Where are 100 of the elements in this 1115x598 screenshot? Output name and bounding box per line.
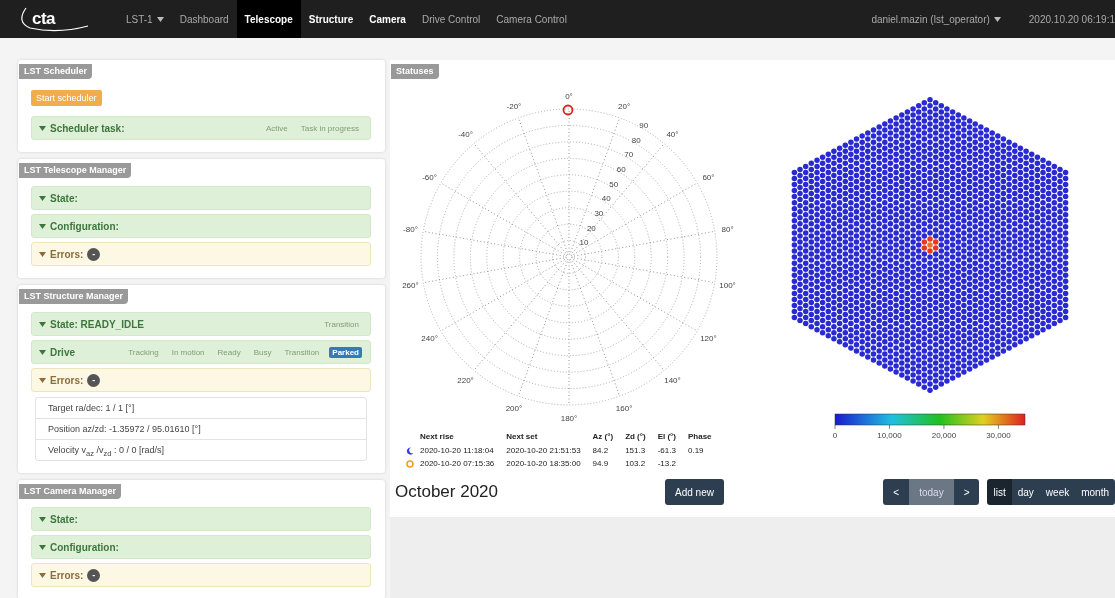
azimuth-label: -40° (458, 129, 473, 139)
calendar-nav-button[interactable]: > (953, 479, 980, 505)
azimuth-label: 140° (664, 376, 681, 386)
state-row[interactable]: Drive Tracking In motion Ready Busy Transition Parked (31, 340, 371, 364)
table-cell: 151.3 (625, 444, 658, 457)
azimuth-label: 180° (560, 414, 578, 423)
column-header: El (°) (657, 431, 688, 444)
errors-row[interactable]: Errors: - (31, 368, 371, 392)
state-row[interactable]: State: (31, 507, 371, 531)
errors-row[interactable]: Errors: - (31, 563, 371, 587)
caret-icon (39, 572, 46, 578)
caret-icon (39, 544, 46, 550)
zenith-label: 80 (631, 135, 641, 145)
table-cell: 2020-10-20 11:18:04 (420, 444, 507, 457)
zenith-label: 70 (624, 150, 634, 160)
status-label: Tracking (127, 346, 160, 358)
panel-tag: LST Scheduler (19, 64, 92, 79)
zenith-label: 10 (579, 238, 589, 248)
azimuth-label: -20° (506, 101, 522, 111)
detail-item: Velocity v$_{az}$ /v$_{zd}$ : 0 / 0 [rad/s] (36, 439, 366, 460)
colorbar-label: 0 (832, 431, 838, 440)
table-cell-text: -13.2 (657, 458, 677, 470)
zenith-label: 90 (639, 121, 649, 131)
caret-icon (39, 125, 46, 131)
zenith-label: 30 (594, 209, 604, 219)
status-label: Transition (323, 318, 360, 330)
status-badge: Parked (329, 346, 362, 358)
azimuth-label: 240° (421, 333, 438, 343)
status-label: Active (264, 122, 289, 134)
error-count-badge: - (87, 568, 101, 582)
view-tab[interactable]: week (1039, 479, 1076, 505)
caret-icon (39, 377, 46, 383)
azimuth-label: 220° (457, 376, 474, 386)
nav-tab[interactable]: Structure (300, 0, 362, 38)
nav-tab[interactable]: Dashboard (171, 0, 237, 38)
caret-icon (39, 349, 46, 355)
azimuth-label: 120° (700, 333, 717, 343)
column-header: Next set (506, 431, 593, 444)
azimuth-label: 0° (565, 92, 573, 101)
nav-tab[interactable]: Drive Control (413, 0, 489, 38)
table-cell: 2020-10-20 21:51:53 (506, 444, 593, 457)
status-label: Ready (216, 346, 242, 358)
position-marker (562, 104, 574, 116)
error-count-badge: - (87, 373, 101, 387)
caret-icon (39, 516, 46, 522)
status-label: Task in progress (299, 122, 360, 134)
state-row[interactable]: Scheduler task: Active Task in progress (31, 116, 371, 140)
zenith-label: 50 (609, 179, 619, 189)
azimuth-label: -60° (422, 172, 437, 182)
panel-tag: LST Structure Manager (19, 289, 129, 304)
zenith-label: 20 (586, 223, 596, 233)
colorbar-label: 20,000 (931, 431, 957, 440)
error-count-badge: - (87, 247, 101, 261)
table-cell-text: 0.19 (687, 445, 705, 457)
caret-icon (39, 321, 46, 327)
azimuth-label: 100° (719, 280, 736, 290)
errors-row[interactable]: Errors: - (31, 242, 371, 266)
detail-item: Target ra/dec: 1 / 1 [°] (47, 402, 136, 415)
calendar-nav-button[interactable]: < (883, 479, 910, 505)
nav-tab[interactable]: Camera (361, 0, 414, 38)
add-new-button[interactable]: Add new (665, 479, 724, 505)
status-label: In motion (170, 346, 206, 358)
caret-icon (39, 223, 46, 229)
azimuth-label: 20° (618, 101, 631, 111)
state-row[interactable]: Configuration: (31, 214, 371, 238)
date-time: 2020.10.20 06:19:1 (1027, 12, 1115, 27)
azimuth-label: 40° (666, 129, 679, 139)
table-cell: 103.2 (625, 457, 658, 470)
azimuth-label: 200° (505, 404, 523, 414)
table-cell: 84.2 (592, 444, 626, 457)
zenith-label: 60 (616, 165, 626, 175)
state-row[interactable]: Configuration: (31, 535, 371, 559)
nav-tab[interactable]: LST-1 (118, 0, 172, 38)
sun-icon (406, 459, 414, 468)
detail-item: Position az/zd: -1.35972 / 95.01610 [°] (36, 418, 366, 439)
state-row[interactable]: State: (31, 186, 371, 210)
moon-icon (406, 446, 414, 455)
column-header: Az (°) (592, 431, 626, 444)
panel-tag: Statuses (391, 64, 439, 79)
calendar-title: October 2020 (395, 482, 499, 502)
azimuth-label: -80° (403, 225, 418, 235)
user-menu[interactable]: daniel.mazin (lst_operator) (861, 0, 1011, 38)
caret-icon (39, 251, 46, 257)
nav-tab[interactable]: Camera Control (488, 0, 575, 38)
azimuth-label: 60° (702, 172, 715, 182)
azimuth-label: 160° (615, 404, 633, 414)
table-cell: 94.9 (592, 457, 626, 470)
state-row[interactable]: State: READY_IDLE Transition (31, 312, 371, 336)
column-header: Zd (°) (625, 431, 658, 444)
view-tab[interactable]: day (1011, 479, 1040, 505)
colorbar-label: 30,000 (986, 431, 1011, 440)
zenith-label: 40 (601, 194, 611, 204)
view-tab[interactable]: list (987, 479, 1012, 505)
nav-tab[interactable]: Telescope (236, 0, 301, 38)
view-tab[interactable]: month (1075, 479, 1115, 505)
cta-logo[interactable]: cta (18, 0, 96, 38)
azimuth-label: 80° (721, 225, 734, 235)
table-cell: 2020-10-20 18:35:00 (506, 457, 593, 470)
table-cell: -61.3 (657, 444, 688, 457)
table-cell: 2020-10-20 07:15:36 (420, 457, 507, 470)
